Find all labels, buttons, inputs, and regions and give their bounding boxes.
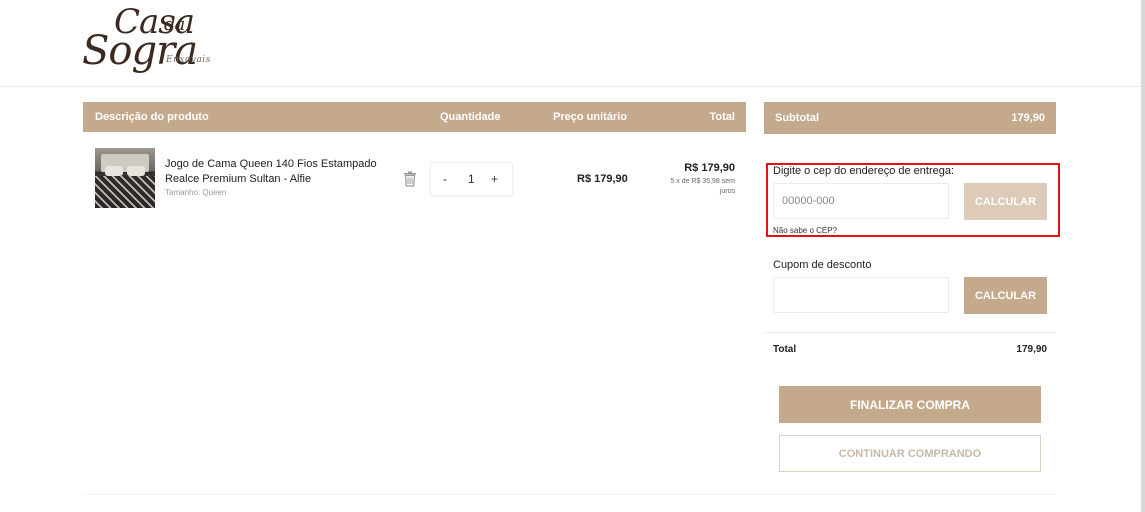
site-header: Casa da Sogra Enxovais [0, 0, 1145, 87]
product-name[interactable]: Jogo de Cama Queen 140 Fios Estampado Re… [165, 157, 395, 187]
product-image[interactable] [95, 148, 155, 208]
continue-shopping-button[interactable]: CONTINUAR COMPRANDO [779, 435, 1041, 472]
subtotal-value: 179,90 [1011, 112, 1045, 124]
logo-word-enxovais: Enxovais [166, 55, 211, 65]
coupon-input[interactable] [773, 277, 949, 313]
cep-input[interactable] [773, 183, 949, 219]
total-label: Total [773, 344, 797, 355]
apply-coupon-button[interactable]: CALCULAR [964, 277, 1047, 314]
header-total: Total [709, 111, 735, 123]
coupon-label: Cupom de desconto [773, 259, 872, 271]
quantity-stepper[interactable]: - 1 + [430, 162, 513, 196]
header-unit-price: Preço unitário [553, 111, 627, 123]
product-variant: Tamanho: Queen [165, 188, 227, 197]
quantity-decrease-button[interactable]: - [443, 172, 447, 186]
summary-divider [764, 332, 1056, 333]
brand-logo[interactable]: Casa da Sogra Enxovais [80, 2, 210, 80]
footer-divider [83, 494, 1056, 495]
subtotal-label: Subtotal [775, 112, 819, 124]
total-value: 179,90 [1016, 344, 1047, 355]
trash-icon[interactable] [403, 171, 417, 187]
cep-label: Digite o cep do endereço de entrega: [773, 165, 955, 177]
subtotal-bar: Subtotal 179,90 [764, 102, 1056, 134]
header-description: Descrição do produto [95, 111, 209, 123]
installments-info: 5 x de R$ 35,98 sem juros [670, 178, 735, 195]
finalize-purchase-button[interactable]: FINALIZAR COMPRA [779, 386, 1041, 423]
quantity-value[interactable]: 1 [468, 172, 475, 186]
logo-word-sogra: Sogra [82, 28, 198, 74]
unit-price: R$ 179,90 [577, 173, 628, 185]
quantity-increase-button[interactable]: + [491, 172, 498, 186]
header-quantity: Quantidade [440, 111, 501, 123]
cep-help-link[interactable]: Não sabe o CEP? [773, 226, 837, 235]
page-scrollbar[interactable] [1141, 0, 1145, 512]
product-table-header: Descrição do produto Quantidade Preço un… [83, 102, 746, 132]
calculate-shipping-button[interactable]: CALCULAR [964, 183, 1047, 220]
item-total: R$ 179,90 [684, 162, 735, 174]
